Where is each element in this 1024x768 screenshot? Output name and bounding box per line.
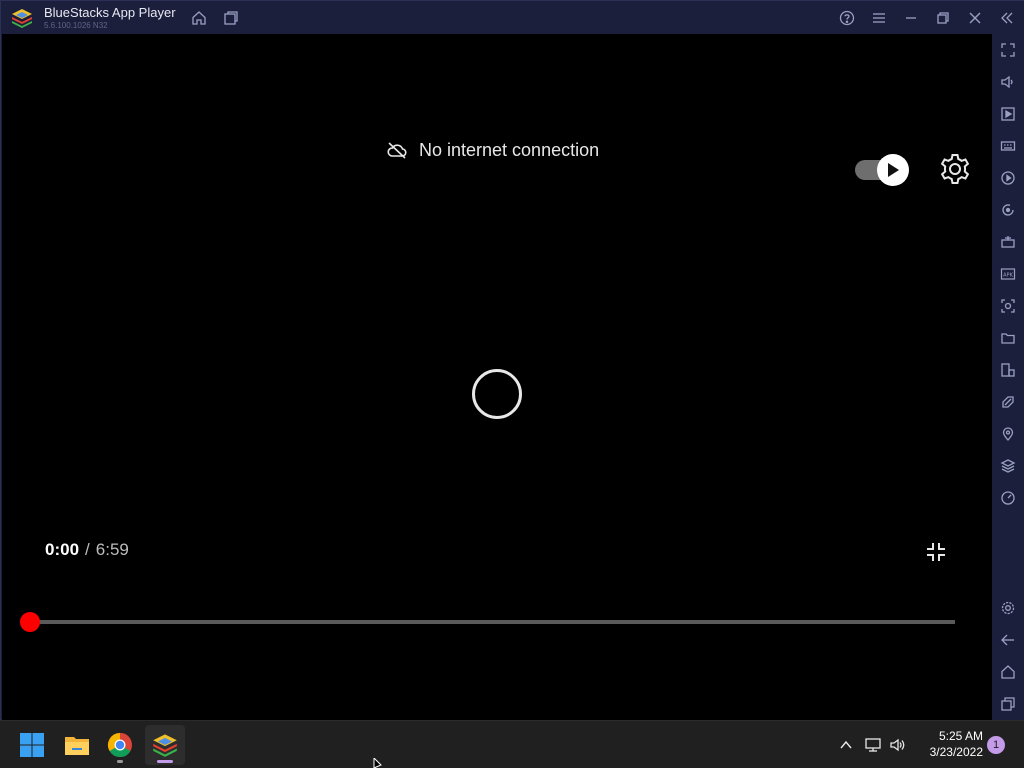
exit-fullscreen-icon[interactable] <box>924 540 948 564</box>
layers-icon[interactable] <box>999 457 1017 475</box>
help-icon[interactable] <box>838 9 856 27</box>
volume-icon[interactable] <box>999 73 1017 91</box>
current-time: 0:00 <box>45 540 80 559</box>
android-home-icon[interactable] <box>999 663 1017 681</box>
duration: 6:59 <box>95 540 129 559</box>
clock-time: 5:25 AM <box>938 729 983 743</box>
cloud-off-icon <box>387 142 407 159</box>
fullscreen-icon[interactable] <box>999 41 1017 59</box>
bluestacks-window: BlueStacks App Player 5.6.100.1026 N32 N… <box>0 0 1024 721</box>
bluestacks-icon[interactable] <box>145 725 185 765</box>
minimize-icon[interactable] <box>902 9 920 27</box>
right-sidebar: APK <box>992 34 1024 721</box>
macro-icon[interactable] <box>999 169 1017 187</box>
settings-icon[interactable] <box>999 599 1017 617</box>
autoplay-toggle[interactable] <box>853 154 911 186</box>
multi-instance-icon[interactable] <box>222 9 240 27</box>
time-display: 0:00 / 6:59 <box>45 540 129 560</box>
rotate-icon[interactable] <box>999 201 1017 219</box>
file-explorer-icon[interactable] <box>57 725 97 765</box>
eco-mode-icon[interactable] <box>999 393 1017 411</box>
home-icon[interactable] <box>190 9 208 27</box>
recents-icon[interactable] <box>999 695 1017 713</box>
chevron-up-icon[interactable] <box>836 735 856 755</box>
collapse-sidebar-icon[interactable] <box>998 9 1016 27</box>
settings-gear-icon[interactable] <box>938 152 972 186</box>
autoplay-toggle-knob <box>877 154 909 186</box>
clock-date: 3/23/2022 <box>929 745 983 759</box>
network-icon[interactable] <box>863 735 883 755</box>
restore-icon[interactable] <box>934 9 952 27</box>
video-player[interactable]: No internet connection 0:00 / 6:59 <box>2 34 992 720</box>
gamepad-icon[interactable] <box>999 233 1017 251</box>
system-clock[interactable]: 5:25 AM 3/23/2022 <box>915 728 983 760</box>
notification-badge[interactable]: 1 <box>987 736 1005 754</box>
app-version: 5.6.100.1026 N32 <box>44 21 108 30</box>
play-icon <box>888 163 899 177</box>
performance-icon[interactable] <box>999 489 1017 507</box>
multi-device-icon[interactable] <box>999 361 1017 379</box>
close-icon[interactable] <box>966 9 984 27</box>
bluestacks-logo-icon <box>12 9 32 28</box>
speaker-icon[interactable] <box>888 735 908 755</box>
loading-spinner <box>472 369 522 419</box>
taskbar <box>0 720 1024 768</box>
folder-icon[interactable] <box>999 329 1017 347</box>
screenshot-icon[interactable] <box>999 297 1017 315</box>
media-icon[interactable] <box>999 105 1017 123</box>
chrome-icon[interactable] <box>100 725 140 765</box>
keyboard-icon[interactable] <box>999 137 1017 155</box>
progress-scrubber[interactable] <box>20 612 40 632</box>
time-separator: / <box>85 540 90 559</box>
apk-icon[interactable]: APK <box>999 265 1017 283</box>
chrome-running-indicator <box>117 760 123 763</box>
location-icon[interactable] <box>999 425 1017 443</box>
svg-text:APK: APK <box>1003 273 1013 279</box>
back-icon[interactable] <box>999 631 1017 649</box>
app-title: BlueStacks App Player <box>44 5 176 20</box>
bluestacks-active-indicator <box>157 760 173 763</box>
windows-start-icon[interactable] <box>12 725 52 765</box>
mouse-cursor-icon <box>373 758 382 768</box>
title-bar: BlueStacks App Player 5.6.100.1026 N32 <box>1 1 1024 34</box>
menu-icon[interactable] <box>870 9 888 27</box>
no-internet-banner: No internet connection <box>387 138 599 162</box>
progress-bar[interactable] <box>30 620 955 624</box>
no-internet-text: No internet connection <box>419 139 600 160</box>
